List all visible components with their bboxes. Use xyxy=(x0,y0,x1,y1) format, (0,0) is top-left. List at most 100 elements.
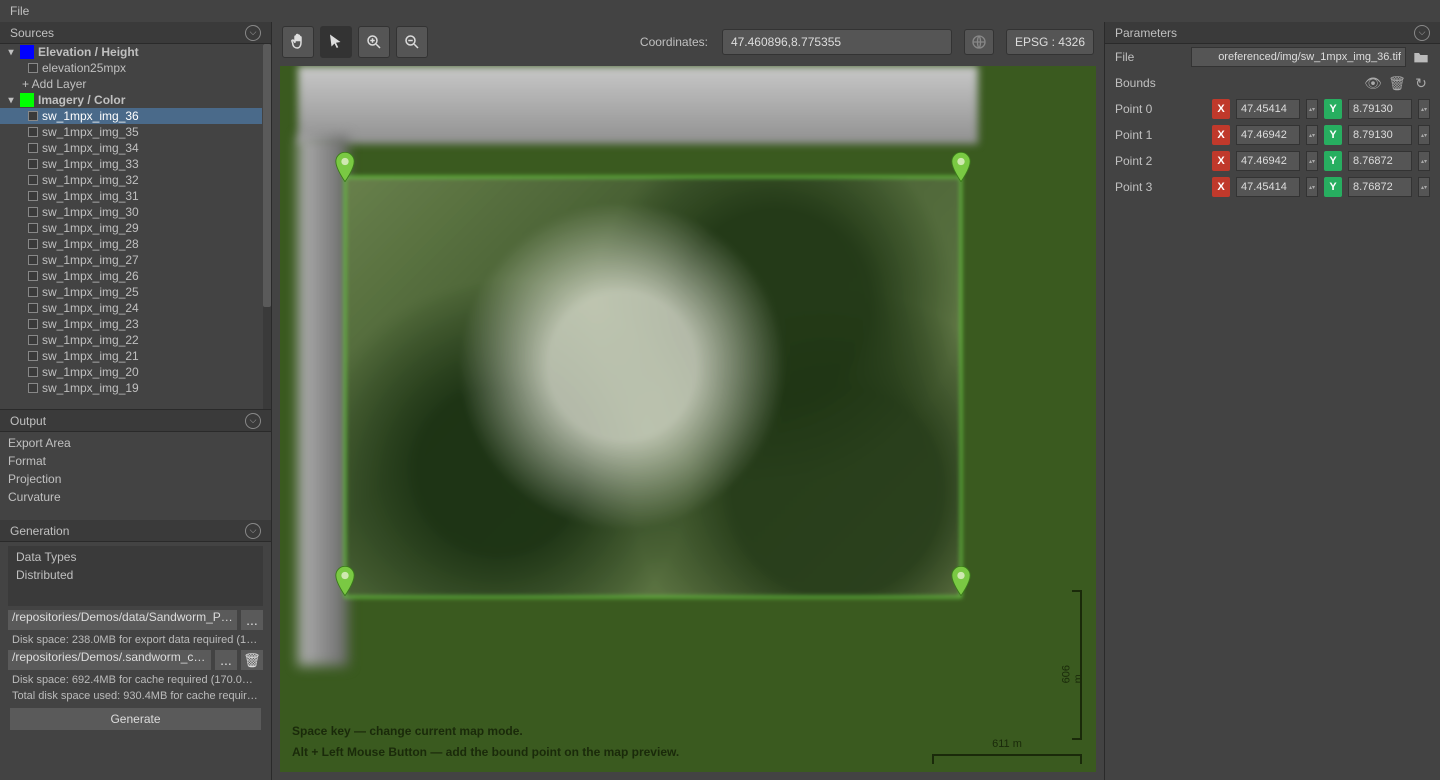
generation-item[interactable]: Data Types xyxy=(16,548,255,566)
point-label: Point 2 xyxy=(1115,154,1185,168)
bound-pin-2[interactable] xyxy=(950,566,972,596)
refresh-icon[interactable]: ↻ xyxy=(1412,74,1430,92)
spinner[interactable]: ▴▾ xyxy=(1306,99,1318,119)
output-title: Output xyxy=(10,414,46,428)
generation-title: Generation xyxy=(10,524,69,538)
folder-icon[interactable] xyxy=(1412,48,1430,66)
export-path-input[interactable]: /repositories/Demos/data/Sandworm_Projec… xyxy=(8,610,237,630)
cache-browse-button[interactable]: ... xyxy=(215,650,237,670)
collapse-icon[interactable]: ⌵ xyxy=(245,25,261,41)
layer-item[interactable]: sw_1mpx_img_34 xyxy=(0,140,262,156)
map-hint: Space key — change current map mode. Alt… xyxy=(292,721,679,762)
pan-tool-button[interactable] xyxy=(282,26,314,58)
x-badge: X xyxy=(1212,99,1230,119)
eye-icon[interactable]: 👁 xyxy=(1364,74,1382,92)
spinner[interactable]: ▴▾ xyxy=(1418,177,1430,197)
point-y-input[interactable] xyxy=(1348,177,1412,197)
x-badge: X xyxy=(1212,177,1230,197)
select-tool-button[interactable] xyxy=(320,26,352,58)
point-x-input[interactable] xyxy=(1236,125,1300,145)
layer-item[interactable]: sw_1mpx_img_24 xyxy=(0,300,262,316)
map-viewport[interactable]: Space key — change current map mode. Alt… xyxy=(280,66,1096,772)
layer-item[interactable]: sw_1mpx_img_35 xyxy=(0,124,262,140)
layer-group[interactable]: ▾Imagery / Color xyxy=(0,92,262,108)
output-item[interactable]: Projection xyxy=(8,470,263,488)
spinner[interactable]: ▴▾ xyxy=(1418,99,1430,119)
point-label: Point 1 xyxy=(1115,128,1185,142)
layer-item[interactable]: sw_1mpx_img_19 xyxy=(0,380,262,396)
layer-item[interactable]: sw_1mpx_img_29 xyxy=(0,220,262,236)
generation-header: Generation ⌵ xyxy=(0,520,271,542)
globe-button[interactable] xyxy=(964,29,994,55)
bound-pin-0[interactable] xyxy=(334,152,356,182)
trash-icon[interactable]: 🗑 xyxy=(1388,74,1406,92)
coords-label: Coordinates: xyxy=(640,35,708,49)
layer-item[interactable]: sw_1mpx_img_31 xyxy=(0,188,262,204)
layer-item[interactable]: sw_1mpx_img_21 xyxy=(0,348,262,364)
spinner[interactable]: ▴▾ xyxy=(1418,125,1430,145)
point-row: Point 0X▴▾Y▴▾ xyxy=(1105,96,1440,122)
bound-pin-1[interactable] xyxy=(950,152,972,182)
point-x-input[interactable] xyxy=(1236,99,1300,119)
layer-item[interactable]: sw_1mpx_img_27 xyxy=(0,252,262,268)
layer-item[interactable]: sw_1mpx_img_25 xyxy=(0,284,262,300)
spinner[interactable]: ▴▾ xyxy=(1306,125,1318,145)
layer-group[interactable]: ▾Elevation / Height xyxy=(0,44,262,60)
layer-item[interactable]: sw_1mpx_img_32 xyxy=(0,172,262,188)
layer-item[interactable]: sw_1mpx_img_23 xyxy=(0,316,262,332)
output-item[interactable]: Curvature xyxy=(8,488,263,506)
bound-pin-3[interactable] xyxy=(334,566,356,596)
file-input[interactable] xyxy=(1191,47,1406,67)
center-panel: Coordinates: EPSG : 4326 Space key — cha… xyxy=(272,22,1104,780)
scrollbar[interactable] xyxy=(263,44,271,409)
collapse-icon[interactable]: ⌵ xyxy=(245,413,261,429)
collapse-icon[interactable]: ⌵ xyxy=(1414,25,1430,41)
epsg-button[interactable]: EPSG : 4326 xyxy=(1006,29,1094,55)
x-badge: X xyxy=(1212,125,1230,145)
layer-item[interactable]: sw_1mpx_img_22 xyxy=(0,332,262,348)
scale-vertical: 606 m xyxy=(1068,590,1082,740)
collapse-icon[interactable]: ⌵ xyxy=(245,523,261,539)
generate-button[interactable]: Generate xyxy=(10,708,261,730)
right-panel: Parameters ⌵ File Bounds 👁 🗑 ↻ Point 0X▴… xyxy=(1104,22,1440,780)
point-y-input[interactable] xyxy=(1348,99,1412,119)
point-label: Point 0 xyxy=(1115,102,1185,116)
point-y-input[interactable] xyxy=(1348,151,1412,171)
spinner[interactable]: ▴▾ xyxy=(1306,177,1318,197)
output-item[interactable]: Format xyxy=(8,452,263,470)
params-header: Parameters ⌵ xyxy=(1105,22,1440,44)
point-x-input[interactable] xyxy=(1236,177,1300,197)
zoom-in-button[interactable] xyxy=(358,26,390,58)
spinner[interactable]: ▴▾ xyxy=(1418,151,1430,171)
point-row: Point 1X▴▾Y▴▾ xyxy=(1105,122,1440,148)
coords-input[interactable] xyxy=(722,29,952,55)
cache-path-input[interactable]: /repositories/Demos/.sandworm_cache xyxy=(8,650,211,670)
layer-item[interactable]: sw_1mpx_img_26 xyxy=(0,268,262,284)
layer-item[interactable]: sw_1mpx_img_33 xyxy=(0,156,262,172)
output-list: Export AreaFormatProjectionCurvature xyxy=(0,432,271,508)
params-title: Parameters xyxy=(1115,26,1177,40)
menu-file[interactable]: File xyxy=(10,4,29,18)
generation-body: Data TypesDistributed /repositories/Demo… xyxy=(0,542,271,736)
add-layer-button[interactable]: + Add Layer xyxy=(0,76,262,92)
y-badge: Y xyxy=(1324,177,1342,197)
layer-item[interactable]: sw_1mpx_img_20 xyxy=(0,364,262,380)
export-browse-button[interactable]: ... xyxy=(241,610,263,630)
left-panel: Sources ⌵ ▾Elevation / Heightelevation25… xyxy=(0,22,272,780)
cache-delete-button[interactable]: 🗑 xyxy=(241,650,263,670)
layer-item[interactable]: elevation25mpx xyxy=(0,60,262,76)
generation-item[interactable]: Distributed xyxy=(16,566,255,584)
spinner[interactable]: ▴▾ xyxy=(1306,151,1318,171)
layer-item[interactable]: sw_1mpx_img_30 xyxy=(0,204,262,220)
bounds-label: Bounds xyxy=(1115,76,1185,90)
x-badge: X xyxy=(1212,151,1230,171)
sources-tree: ▾Elevation / Heightelevation25mpx+ Add L… xyxy=(0,44,271,410)
layer-item[interactable]: sw_1mpx_img_36 xyxy=(0,108,262,124)
output-item[interactable]: Export Area xyxy=(8,434,263,452)
layer-item[interactable]: sw_1mpx_img_28 xyxy=(0,236,262,252)
zoom-out-button[interactable] xyxy=(396,26,428,58)
point-x-input[interactable] xyxy=(1236,151,1300,171)
y-badge: Y xyxy=(1324,151,1342,171)
point-row: Point 3X▴▾Y▴▾ xyxy=(1105,174,1440,200)
point-y-input[interactable] xyxy=(1348,125,1412,145)
